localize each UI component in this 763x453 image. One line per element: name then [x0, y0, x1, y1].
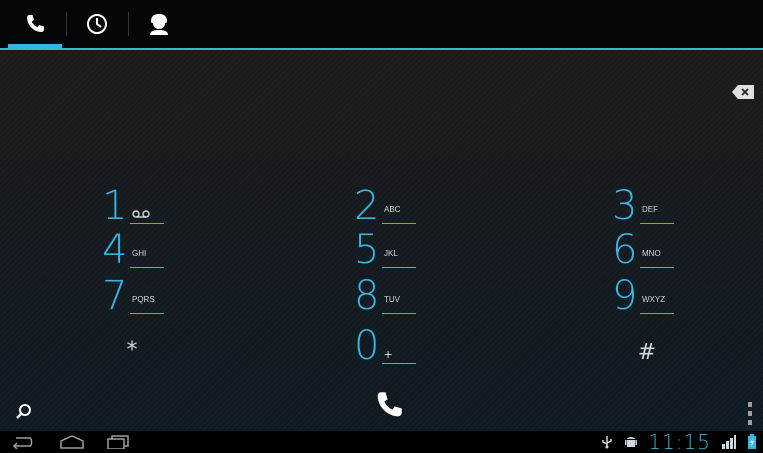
key-digit: 0 — [354, 323, 380, 369]
key-4[interactable]: 4 GHI — [102, 226, 222, 274]
tab-contacts[interactable] — [128, 0, 190, 48]
key-digit: 7 — [102, 273, 128, 319]
person-icon — [150, 14, 168, 35]
search-icon — [16, 404, 31, 419]
key-underline — [382, 267, 416, 268]
tab-phone[interactable] — [4, 0, 66, 50]
phone-icon — [27, 15, 44, 32]
search-button[interactable] — [14, 402, 36, 424]
dialer-screen: 1 2 ABC 3 DEF 4 GHI 5 JKL 6 MNO 7 PQRS 8… — [0, 0, 763, 453]
key-digit: 3 — [612, 183, 638, 229]
key-letters: MNO — [642, 249, 661, 258]
tab-call-log[interactable] — [66, 0, 128, 48]
key-3[interactable]: 3 DEF — [612, 182, 732, 230]
key-letters: ABC — [384, 205, 401, 214]
key-underline — [130, 223, 164, 224]
key-digit: 1 — [102, 183, 128, 229]
key-underline — [382, 223, 416, 224]
android-debug-icon — [625, 437, 638, 447]
key-letters: + — [384, 346, 393, 362]
key-digit: 4 — [102, 227, 128, 273]
key-underline — [382, 313, 416, 314]
status-clock: 11:15 — [648, 430, 711, 453]
usb-icon — [602, 436, 613, 449]
key-letters: JKL — [384, 249, 398, 258]
key-1[interactable]: 1 — [102, 182, 222, 230]
key-letters: DEF — [642, 205, 658, 214]
signal-icon — [722, 435, 736, 449]
overflow-icon — [748, 402, 752, 425]
overflow-menu-button[interactable] — [746, 400, 756, 428]
backspace-button[interactable] — [731, 84, 755, 100]
home-icon — [60, 435, 84, 449]
back-button[interactable] — [2, 431, 42, 453]
key-6[interactable]: 6 MNO — [612, 226, 732, 274]
key-digit: 9 — [612, 273, 638, 319]
voicemail-icon — [132, 210, 150, 218]
key-letters: PQRS — [132, 295, 155, 304]
dial-button[interactable] — [372, 388, 408, 424]
key-underline — [130, 267, 164, 268]
key-digit: 6 — [612, 227, 638, 273]
key-letters: GHI — [132, 249, 147, 258]
key-5[interactable]: 5 JKL — [354, 226, 474, 274]
key-hash[interactable]: # — [627, 340, 667, 365]
back-icon — [12, 437, 33, 449]
key-letters: WXYZ — [642, 295, 666, 304]
backspace-icon — [732, 85, 754, 99]
key-8[interactable]: 8 TUV — [354, 272, 474, 320]
key-0[interactable]: 0 + — [354, 322, 474, 370]
recent-apps-icon — [107, 435, 129, 449]
battery-charging-icon — [748, 434, 756, 449]
tab-bar — [0, 0, 763, 50]
digits-field[interactable] — [0, 50, 763, 140]
system-bar: 11:15 — [0, 431, 763, 453]
key-underline — [640, 267, 674, 268]
key-underline — [640, 313, 674, 314]
key-7[interactable]: 7 PQRS — [102, 272, 222, 320]
key-9[interactable]: 9 WXYZ — [612, 272, 732, 320]
clock-icon — [87, 14, 107, 34]
key-underline — [382, 363, 416, 364]
key-letters: TUV — [384, 295, 400, 304]
key-underline — [640, 223, 674, 224]
key-digit: 5 — [354, 227, 380, 273]
phone-icon — [377, 392, 402, 417]
status-area: 11:15 — [600, 431, 757, 453]
recent-apps-button[interactable] — [98, 431, 138, 453]
home-button[interactable] — [52, 431, 92, 453]
key-2[interactable]: 2 ABC — [354, 182, 474, 230]
key-digit: 8 — [354, 273, 380, 319]
key-star[interactable]: * — [112, 338, 152, 363]
key-digit: 2 — [354, 183, 380, 229]
key-underline — [130, 313, 164, 314]
